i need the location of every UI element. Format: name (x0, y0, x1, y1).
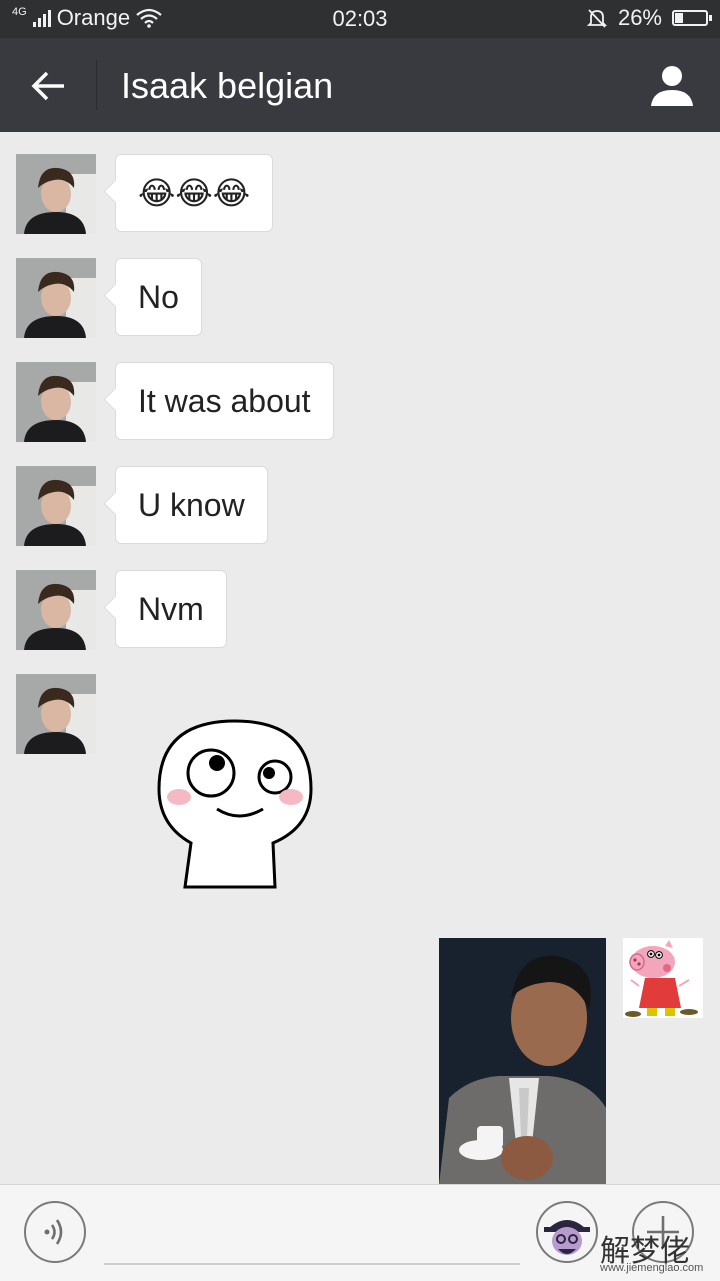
voice-icon (44, 1219, 63, 1245)
round-face-sticker (157, 719, 313, 889)
message-text: U know (138, 486, 245, 523)
header-divider (96, 60, 97, 110)
chat-title: Isaak belgian (121, 65, 334, 106)
avatar-photo (16, 466, 96, 546)
voice-input-button[interactable] (24, 1201, 86, 1263)
emoji-button[interactable] (536, 1201, 598, 1263)
message-input[interactable] (104, 1263, 520, 1265)
avatar-photo (16, 674, 96, 754)
contact-avatar[interactable] (16, 362, 96, 442)
message-bubble[interactable]: No (115, 258, 202, 336)
message-bubble[interactable]: It was about (115, 362, 334, 440)
back-button[interactable] (24, 60, 76, 112)
image-message[interactable] (439, 938, 606, 1185)
watermark-url: www.jiemenglao.com (600, 1262, 704, 1274)
message-text: It was about (138, 382, 311, 419)
message-bubble[interactable]: Nvm (115, 570, 227, 648)
message-bubble[interactable]: U know (115, 466, 268, 544)
avatar-photo (16, 154, 96, 234)
contact-avatar[interactable] (16, 674, 96, 754)
status-bar: 4G Orange 02:03 26% (0, 0, 720, 38)
photo-image (439, 938, 606, 1185)
contact-avatar[interactable] (16, 154, 96, 234)
chat-header: Isaak belgian (0, 38, 720, 132)
contact-avatar[interactable] (16, 466, 96, 546)
emoji-message: 😂😂😂 (138, 175, 251, 211)
contact-avatar[interactable] (16, 258, 96, 338)
battery-percent: 26% (617, 5, 662, 30)
avatar-photo (16, 362, 96, 442)
contact-profile-button[interactable] (648, 62, 696, 110)
avatar-photo (16, 570, 96, 650)
battery-icon (672, 10, 712, 26)
pig-avatar-image (623, 938, 703, 1018)
message-text: No (138, 278, 179, 315)
sticker-message[interactable] (155, 715, 315, 890)
arrow-left-icon (31, 71, 64, 101)
message-text: Nvm (138, 590, 204, 627)
bell-muted-icon (586, 9, 608, 28)
contact-avatar[interactable] (16, 570, 96, 650)
message-bubble[interactable]: 😂😂😂 (115, 154, 274, 232)
avatar-photo (16, 258, 96, 338)
person-icon (651, 66, 693, 106)
my-avatar[interactable] (623, 938, 703, 1018)
battery-level (675, 13, 683, 23)
emoji-icon (544, 1220, 590, 1255)
